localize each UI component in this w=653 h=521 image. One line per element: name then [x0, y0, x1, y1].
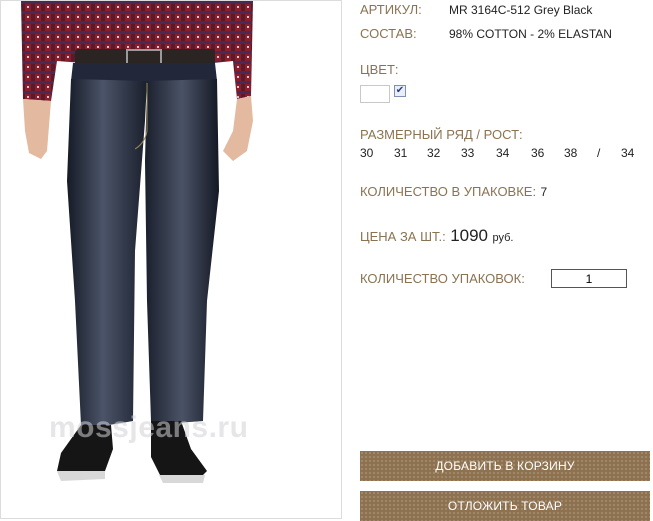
composition-label: СОСТАВ:	[360, 26, 417, 41]
size-label: РАЗМЕРНЫЙ РЯД / РОСТ:	[360, 127, 523, 142]
article-label: АРТИКУЛ:	[360, 2, 422, 17]
size-item: 30	[360, 146, 374, 160]
postpone-button[interactable]: ОТЛОЖИТЬ ТОВАР	[360, 491, 650, 521]
watermark: mossjeans.ru	[49, 411, 249, 444]
size-item: 32	[427, 146, 441, 160]
price-label: ЦЕНА ЗА ШТ.:	[360, 229, 446, 244]
size-item: 38	[564, 146, 578, 160]
size-separator: /	[597, 146, 601, 160]
pack-quantity-label: КОЛИЧЕСТВО В УПАКОВКЕ:	[360, 184, 537, 199]
price-row: ЦЕНА ЗА ШТ.: 1090 руб.	[360, 226, 513, 246]
size-item: 34	[496, 146, 510, 160]
pack-quantity-row: КОЛИЧЕСТВО В УПАКОВКЕ: 7	[360, 183, 547, 201]
color-swatch[interactable]	[360, 85, 390, 103]
add-to-cart-button[interactable]: ДОБАВИТЬ В КОРЗИНУ	[360, 451, 650, 481]
size-list: 30 31 32 33 34 36 38 / 34	[360, 146, 645, 160]
size-item: 33	[461, 146, 475, 160]
size-item: 31	[394, 146, 408, 160]
color-label: ЦВЕТ:	[360, 62, 399, 77]
size-item: 36	[531, 146, 545, 160]
article-value: MR 3164C-512 Grey Black	[449, 3, 593, 17]
price-value: 1090	[450, 226, 489, 245]
height-item: 34	[621, 146, 635, 160]
color-checkbox[interactable]: ✔	[394, 85, 406, 97]
packs-quantity-input[interactable]	[551, 269, 627, 288]
price-currency: руб.	[492, 232, 514, 244]
packs-label: КОЛИЧЕСТВО УПАКОВОК:	[360, 271, 525, 286]
pack-quantity-value: 7	[540, 185, 548, 199]
composition-value: 98% COTTON - 2% ELASTAN	[449, 27, 612, 41]
product-image[interactable]: mossjeans.ru	[0, 0, 342, 519]
